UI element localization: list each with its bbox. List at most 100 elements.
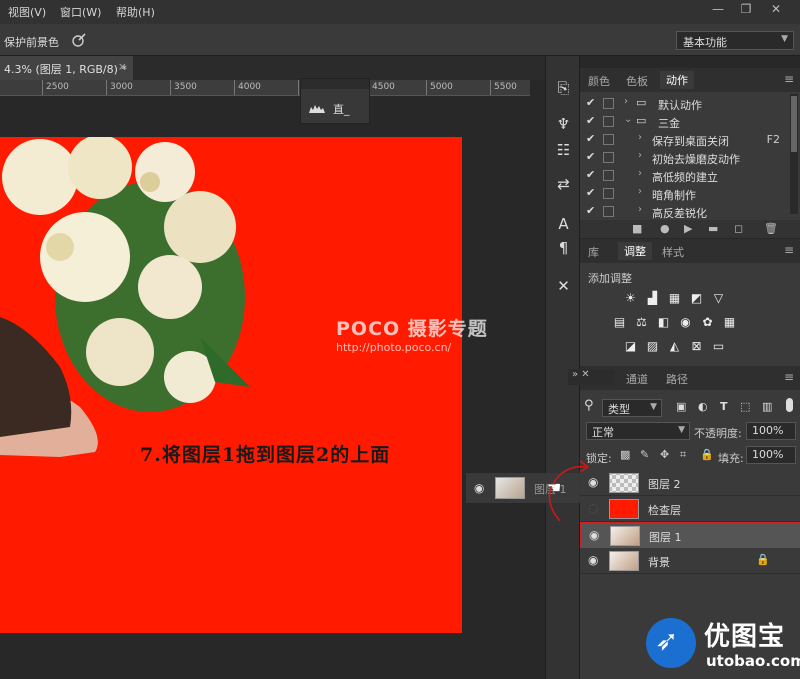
chevron-right-icon[interactable]: ›: [638, 150, 642, 161]
panel-menu-icon[interactable]: ≡: [784, 72, 794, 86]
play-icon[interactable]: ▶: [684, 222, 692, 235]
check-icon[interactable]: ✔: [586, 114, 595, 127]
brush-pressure-icon[interactable]: [70, 31, 88, 49]
action-row[interactable]: ✔ › 高低频的建立: [580, 167, 786, 185]
check-icon[interactable]: ✔: [586, 204, 595, 217]
check-icon[interactable]: ✔: [586, 132, 595, 145]
history-icon[interactable]: ⎘: [551, 76, 576, 101]
new-set-icon[interactable]: ▬: [708, 222, 718, 235]
brightness-icon[interactable]: ☀: [623, 291, 638, 306]
action-row[interactable]: ✔ › 暗角制作: [580, 185, 786, 203]
pixel-filter-icon[interactable]: ▣: [676, 400, 686, 413]
mini-panel-header[interactable]: [301, 79, 369, 89]
chevron-right-icon[interactable]: ›: [638, 204, 642, 215]
stop-icon[interactable]: ■: [632, 222, 642, 235]
black-white-icon[interactable]: ◧: [656, 315, 671, 330]
chevron-right-icon[interactable]: ›: [638, 186, 642, 197]
color-lookup-icon[interactable]: ▦: [722, 315, 737, 330]
exposure-icon[interactable]: ◩: [689, 291, 704, 306]
action-row[interactable]: ✔ ⌄ ▭ 三金: [580, 113, 786, 131]
opacity-input[interactable]: 100%: [746, 422, 796, 440]
dialog-toggle[interactable]: [603, 206, 614, 217]
type-filter-icon[interactable]: T: [720, 400, 728, 413]
threshold-icon[interactable]: ◭: [667, 339, 682, 354]
new-action-icon[interactable]: ◻: [734, 222, 743, 235]
layer-row[interactable]: ◉ 背景 🔒: [580, 548, 800, 574]
menu-help[interactable]: 帮助(H): [116, 4, 155, 20]
tab-styles[interactable]: 样式: [662, 244, 684, 260]
layer-row-selected[interactable]: ◉ 图层 1: [580, 522, 800, 548]
menu-window[interactable]: 窗口(W): [60, 4, 101, 20]
lock-pixels-icon[interactable]: ✎: [640, 448, 649, 461]
lock-transparent-icon[interactable]: ▩: [620, 448, 630, 461]
check-icon[interactable]: ✔: [586, 168, 595, 181]
check-icon[interactable]: ✔: [586, 186, 595, 199]
tab-actions[interactable]: 动作: [660, 71, 694, 89]
tool-presets-icon[interactable]: ✕: [551, 274, 576, 299]
chevron-right-icon[interactable]: ›: [638, 168, 642, 179]
chevron-down-icon[interactable]: ⌄: [624, 114, 632, 125]
invert-icon[interactable]: ◪: [623, 339, 638, 354]
tab-color[interactable]: 颜色: [588, 73, 610, 89]
workspace-select[interactable]: 基本功能 ▼: [676, 31, 794, 50]
tab-adjustments[interactable]: 调整: [618, 242, 652, 260]
dialog-toggle[interactable]: [603, 152, 614, 163]
action-row[interactable]: ✔ › 保存到桌面关闭 F2: [580, 131, 786, 149]
dialog-toggle[interactable]: [603, 116, 614, 127]
paragraph-icon[interactable]: ¶: [551, 236, 576, 261]
selective-color-icon[interactable]: ⊠: [689, 339, 704, 354]
eye-icon[interactable]: ◉: [589, 528, 599, 542]
gradient-map-icon[interactable]: ▭: [711, 339, 726, 354]
posterize-icon[interactable]: ▨: [645, 339, 660, 354]
check-icon[interactable]: ✔: [586, 96, 595, 109]
tab-libraries[interactable]: 库: [588, 244, 599, 260]
panel-menu-icon[interactable]: ≡: [784, 370, 794, 384]
eye-icon[interactable]: ◉: [588, 553, 598, 567]
properties-icon[interactable]: ☷: [551, 138, 576, 163]
chevron-right-icon[interactable]: ›: [638, 132, 642, 143]
action-row[interactable]: ✔ › 高反差锐化: [580, 203, 786, 219]
dialog-toggle[interactable]: [603, 188, 614, 199]
close-window-button[interactable]: ✕: [764, 2, 788, 20]
histogram-mini-panel[interactable]: 直_: [300, 78, 370, 124]
vibrance-icon[interactable]: ▽: [711, 291, 726, 306]
action-row[interactable]: ✔ › 初始去燥磨皮动作: [580, 149, 786, 167]
dialog-toggle[interactable]: [603, 170, 614, 181]
tab-paths[interactable]: 路径: [666, 371, 688, 387]
restore-button[interactable]: ❐: [734, 2, 758, 20]
document-tab[interactable]: 4.3% (图层 1, RGB/8) * ×: [0, 56, 133, 80]
filter-toggle[interactable]: [786, 398, 793, 412]
record-icon[interactable]: ●: [660, 222, 670, 235]
shape-filter-icon[interactable]: ⬚: [740, 400, 750, 413]
check-icon[interactable]: ✔: [586, 150, 595, 163]
menu-view[interactable]: 视图(V): [8, 4, 46, 20]
tab-channels[interactable]: 通道: [626, 371, 648, 387]
color-balance-icon[interactable]: ⚖: [634, 315, 649, 330]
canvas-area[interactable]: POCO 摄影专题 http://photo.poco.cn/ 7.将图层1拖到…: [0, 96, 530, 679]
photo-filter-icon[interactable]: ◉: [678, 315, 693, 330]
levels-icon[interactable]: ▟: [645, 291, 660, 306]
tab-swatches[interactable]: 色板: [626, 73, 648, 89]
actions-scrollbar[interactable]: [790, 94, 798, 214]
blend-mode-select[interactable]: 正常 ▼: [586, 422, 690, 440]
dialog-toggle[interactable]: [603, 134, 614, 145]
trash-icon[interactable]: 🗑: [764, 222, 778, 235]
lock-artboard-icon[interactable]: ⌗: [680, 448, 686, 462]
chevron-right-icon[interactable]: ›: [624, 96, 628, 107]
lock-all-icon[interactable]: 🔒: [700, 448, 714, 461]
adjustment-filter-icon[interactable]: ◐: [698, 400, 708, 413]
brush-presets-icon[interactable]: ♆: [551, 112, 576, 137]
panel-menu-icon[interactable]: ≡: [784, 243, 794, 257]
lock-position-icon[interactable]: ✥: [660, 448, 669, 461]
fill-input[interactable]: 100%: [746, 446, 796, 464]
hue-saturation-icon[interactable]: ▤: [612, 315, 627, 330]
action-row[interactable]: ✔ › ▭ 默认动作: [580, 95, 786, 113]
channel-mixer-icon[interactable]: ✿: [700, 315, 715, 330]
dialog-toggle[interactable]: [603, 98, 614, 109]
layer-row[interactable]: ◉ 图层 2: [580, 470, 800, 496]
close-tab-icon[interactable]: ×: [118, 60, 127, 73]
minimize-button[interactable]: —: [706, 2, 730, 20]
layer-row[interactable]: ◌ 检查层: [580, 496, 800, 522]
panel-float-header[interactable]: » ✕: [568, 369, 614, 385]
clone-source-icon[interactable]: ⇄: [551, 172, 576, 197]
